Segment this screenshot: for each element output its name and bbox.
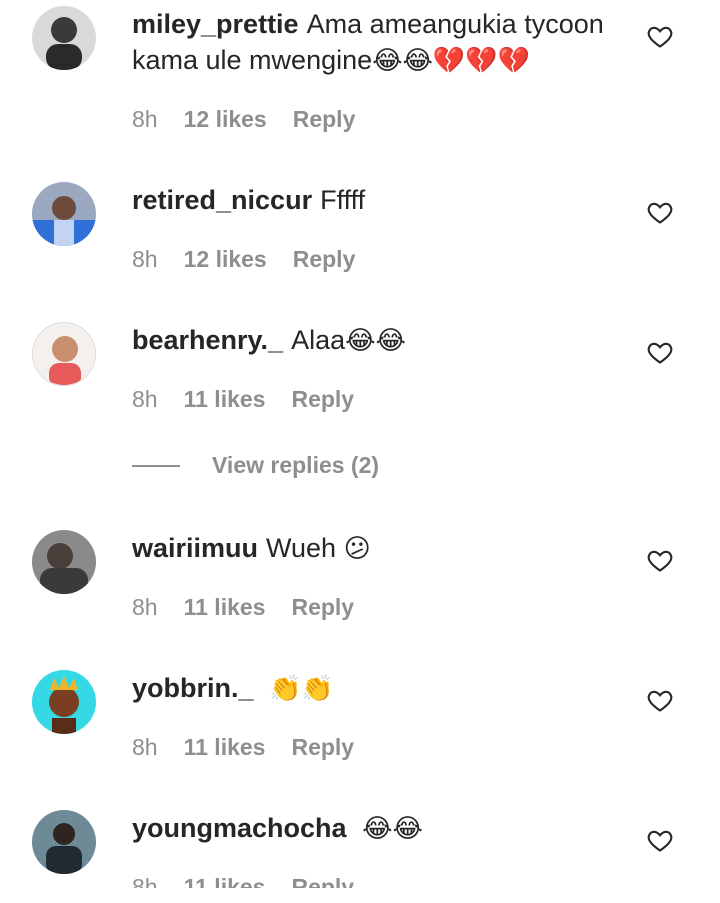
comment-time: 8h xyxy=(132,106,158,132)
comment-time: 8h xyxy=(132,386,158,412)
comment-text-block: yobbrin._ 👏👏 xyxy=(132,670,632,707)
comment-time: 8h xyxy=(132,734,158,760)
comment-likes[interactable]: 12 likes xyxy=(184,106,267,133)
reply-button[interactable]: Reply xyxy=(291,386,354,413)
comment-meta: 8h 12 likes Reply xyxy=(132,246,355,273)
comment-likes[interactable]: 11 likes xyxy=(184,874,266,888)
reply-button[interactable]: Reply xyxy=(291,874,354,888)
comment-meta: 8h 11 likes Reply xyxy=(132,874,354,888)
reply-button[interactable]: Reply xyxy=(293,106,356,133)
heart-icon[interactable] xyxy=(646,686,674,714)
comment-body: Wueh xyxy=(266,533,337,563)
heart-icon[interactable] xyxy=(646,546,674,574)
comment-username[interactable]: bearhenry._ xyxy=(132,325,283,355)
heart-icon[interactable] xyxy=(646,338,674,366)
comment-body: Alaa xyxy=(291,325,346,355)
comment-emoji: 😕 xyxy=(343,534,371,564)
reply-button[interactable]: Reply xyxy=(291,594,354,621)
view-replies-label: View replies (2) xyxy=(212,452,380,478)
comment-meta: 8h 11 likes Reply xyxy=(132,594,354,621)
comment-likes[interactable]: 12 likes xyxy=(184,246,267,273)
heart-icon[interactable] xyxy=(646,826,674,854)
avatar[interactable] xyxy=(32,6,96,70)
comment-likes[interactable]: 11 likes xyxy=(184,386,266,413)
comment-body: Fffff xyxy=(320,185,366,215)
comment-emoji: 😂😂 xyxy=(362,814,423,844)
avatar[interactable] xyxy=(32,182,96,246)
comment-text-block: bearhenry._ Alaa😂😂 xyxy=(132,322,632,359)
avatar[interactable] xyxy=(32,322,96,386)
comment-emoji: 👏👏 xyxy=(269,674,334,704)
heart-icon[interactable] xyxy=(646,198,674,226)
avatar[interactable] xyxy=(32,530,96,594)
comment-time: 8h xyxy=(132,246,158,272)
comment-emoji: 😂😂💔💔💔 xyxy=(372,46,531,76)
heart-icon[interactable] xyxy=(646,22,674,50)
reply-button[interactable]: Reply xyxy=(293,246,356,273)
comment-likes[interactable]: 11 likes xyxy=(184,594,266,621)
view-replies-button[interactable]: View replies (2) xyxy=(132,452,379,479)
divider-line xyxy=(132,464,180,467)
comment-username[interactable]: miley_prettie xyxy=(132,9,299,39)
comment-likes[interactable]: 11 likes xyxy=(184,734,266,761)
comment-username[interactable]: yobbrin._ xyxy=(132,673,254,703)
reply-button[interactable]: Reply xyxy=(291,734,354,761)
comment-meta: 8h 12 likes Reply xyxy=(132,106,355,133)
comment-text-block: wairiimuu Wueh 😕 xyxy=(132,530,632,567)
comment-text-block: youngmachocha 😂😂 xyxy=(132,810,632,847)
avatar[interactable] xyxy=(32,670,96,734)
comment-text-block: retired_niccur Fffff xyxy=(132,182,632,218)
comment-time: 8h xyxy=(132,874,158,888)
comment-username[interactable]: youngmachocha xyxy=(132,813,347,843)
comment-text-block: miley_prettie Ama ameangukia tycoon kama … xyxy=(132,6,632,79)
comment-username[interactable]: retired_niccur xyxy=(132,185,312,215)
comment-time: 8h xyxy=(132,594,158,620)
comment-meta: 8h 11 likes Reply xyxy=(132,734,354,761)
comment-emoji: 😂😂 xyxy=(345,326,406,356)
comment-meta: 8h 11 likes Reply xyxy=(132,386,354,413)
avatar[interactable] xyxy=(32,810,96,874)
comment-username[interactable]: wairiimuu xyxy=(132,533,258,563)
